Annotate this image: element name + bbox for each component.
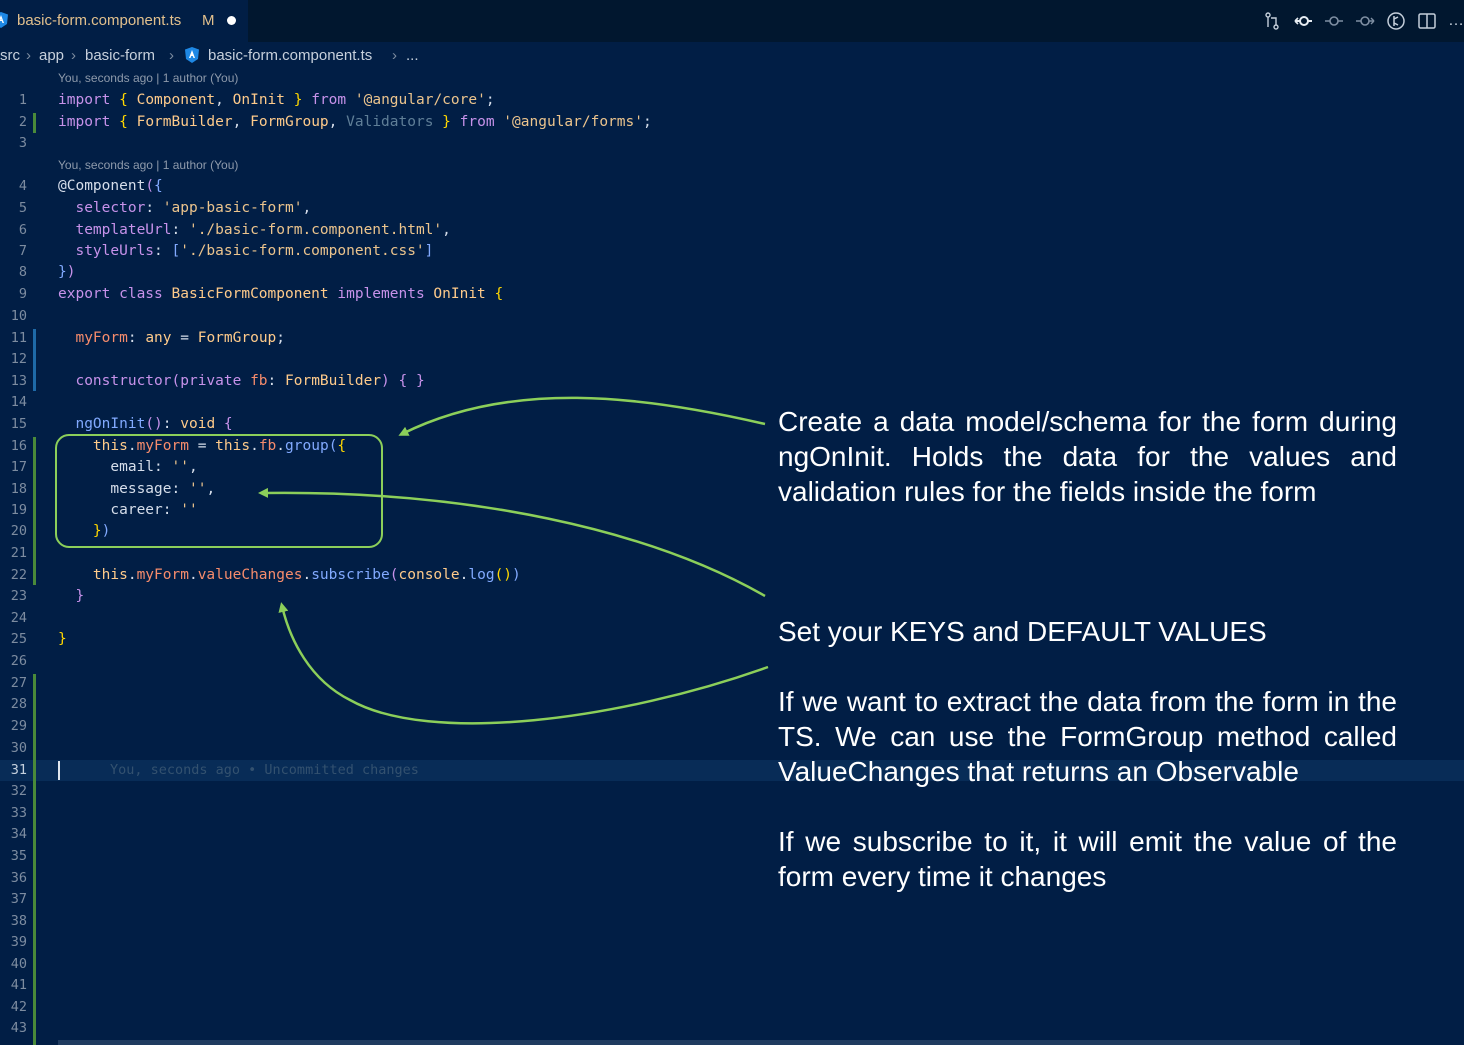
annotation-form-model: Create a data model/schema for the form … [778, 406, 1397, 507]
horizontal-scrollbar[interactable] [58, 1040, 1300, 1045]
annotation-keys: Set your KEYS and DEFAULT VALUES [778, 616, 1267, 647]
arrow-to-keys [258, 487, 766, 598]
annotation-value-changes: If we want to extract the data from the … [778, 686, 1397, 787]
arrow-to-form-group [398, 396, 766, 436]
arrow-to-value-changes [278, 602, 769, 725]
annotation-subscribe: If we subscribe to it, it will emit the … [778, 826, 1397, 892]
